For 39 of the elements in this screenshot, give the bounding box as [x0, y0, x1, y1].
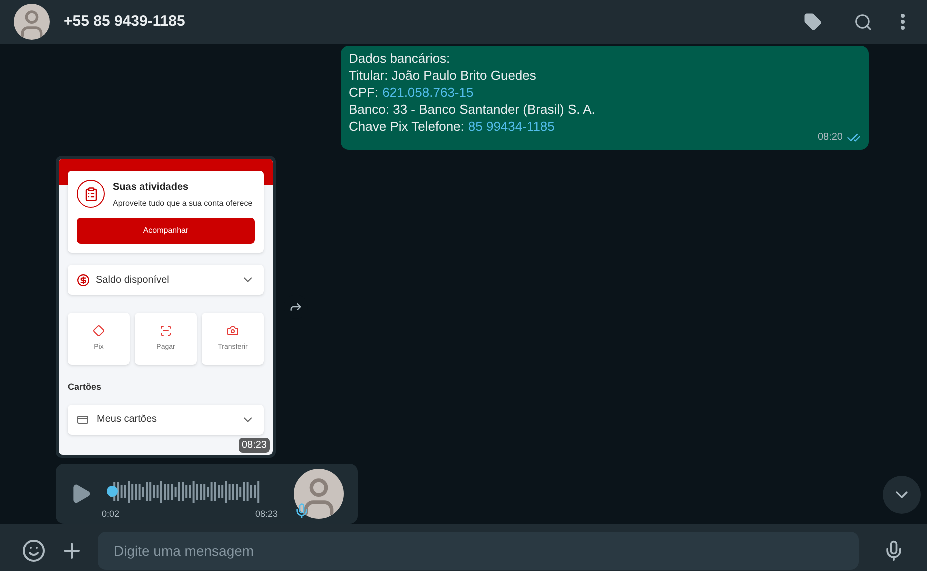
money-icon: [77, 274, 90, 286]
message-input[interactable]: Digite uma mensagem: [98, 532, 859, 570]
contact-avatar[interactable]: [14, 4, 50, 40]
search-button[interactable]: [854, 12, 873, 32]
mic-icon: [294, 503, 310, 519]
message-time: 08:23: [238, 438, 270, 453]
menu-icon: [901, 14, 905, 30]
label-button[interactable]: [804, 13, 822, 31]
message-link[interactable]: 85 99434-1185: [468, 118, 555, 135]
action-icon: [227, 324, 239, 337]
message-link[interactable]: 621.058.763-15: [382, 84, 474, 101]
progress-thumb[interactable]: [106, 486, 118, 498]
message-text: Banco: 33 - Banco Santander (Brasil) S. A.: [349, 101, 596, 118]
message-text: Chave Pix Telefone:: [349, 118, 464, 135]
message-time: 08:20: [818, 131, 843, 145]
balance-label: Saldo disponível: [96, 274, 170, 288]
clipboard-icon: [77, 180, 105, 208]
message-time: 08:23: [255, 508, 278, 522]
cards-row[interactable]: Meus cartões: [68, 404, 264, 434]
tag-icon: [804, 13, 822, 31]
elapsed-time: 0:02: [102, 508, 120, 522]
emoji-button[interactable]: [22, 539, 46, 563]
card-title: Suas atividades: [113, 181, 190, 195]
card-icon: [77, 414, 89, 426]
section-title: Cartões: [68, 381, 103, 394]
emoji-icon: [22, 539, 46, 563]
search-icon: [854, 12, 873, 32]
balance-row[interactable]: Saldo disponível: [68, 265, 264, 295]
action-icon: [160, 324, 172, 337]
contact-name[interactable]: +55 85 9439-1185: [64, 10, 790, 34]
card-text: Aproveite tudo que a sua conta oferece: [113, 198, 253, 210]
message-text: Titular: João Paulo Brito Guedes: [349, 67, 536, 84]
message-text: Dados bancários:: [349, 50, 450, 67]
menu-button[interactable]: [901, 14, 905, 30]
avatar: [294, 469, 344, 519]
action-icon: [93, 324, 105, 337]
cards-label: Meus cartões: [97, 413, 158, 427]
follow-button[interactable]: Acompanhar: [77, 218, 255, 244]
message-text: CPF:: [349, 84, 379, 101]
